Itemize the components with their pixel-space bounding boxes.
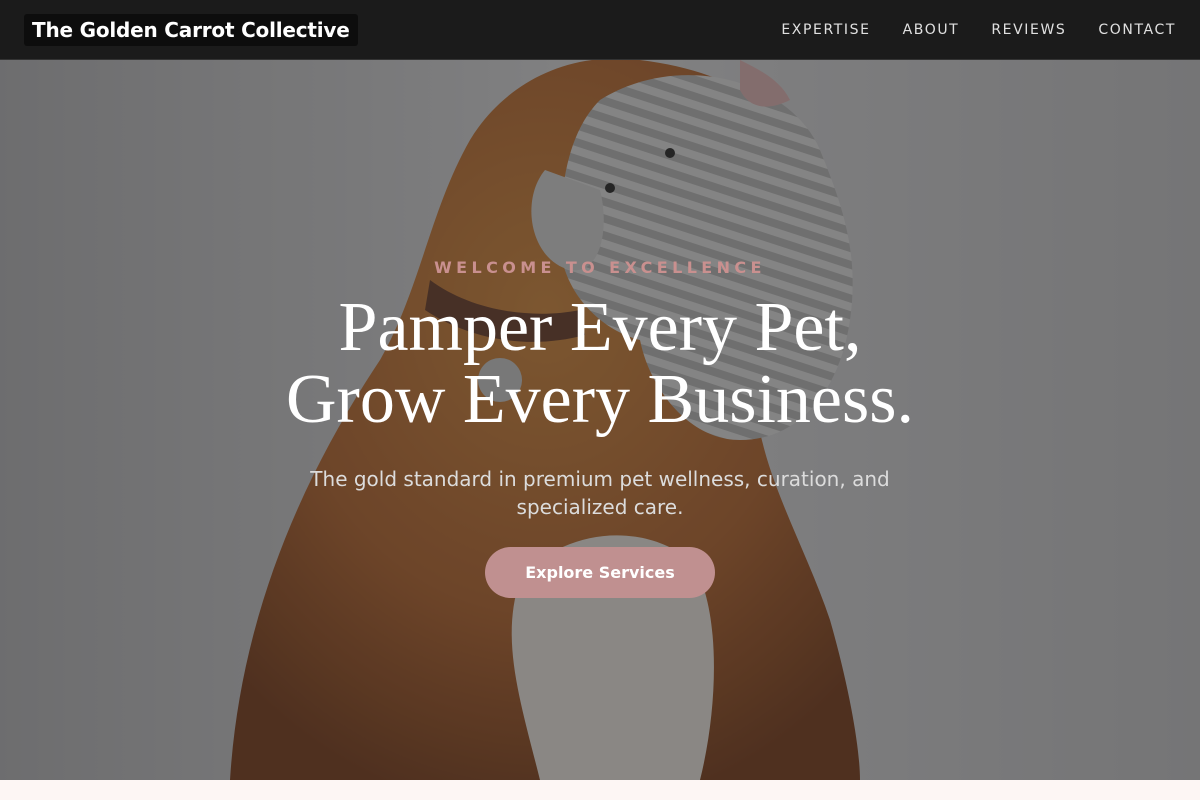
headline-line-1: Pamper Every Pet, <box>338 289 862 366</box>
hero-subheading: The gold standard in premium pet wellnes… <box>310 467 890 519</box>
explore-services-button[interactable]: Explore Services <box>485 547 715 598</box>
hero-headline: Pamper Every Pet, Grow Every Business. <box>0 292 1200 436</box>
next-section-edge <box>0 780 1200 800</box>
nav-links: EXPERTISE ABOUT REVIEWS CONTACT <box>781 22 1176 38</box>
nav-link-contact[interactable]: CONTACT <box>1098 22 1176 38</box>
nav-link-reviews[interactable]: REVIEWS <box>991 22 1066 38</box>
hero-eyebrow: WELCOME TO EXCELLENCE <box>434 258 766 277</box>
hero-content: WELCOME TO EXCELLENCE Pamper Every Pet, … <box>0 60 1200 780</box>
brand-logo[interactable]: The Golden Carrot Collective <box>24 13 358 46</box>
nav-link-about[interactable]: ABOUT <box>903 22 960 38</box>
top-navbar: The Golden Carrot Collective EXPERTISE A… <box>0 0 1200 60</box>
hero-section: WELCOME TO EXCELLENCE Pamper Every Pet, … <box>0 60 1200 780</box>
nav-link-expertise[interactable]: EXPERTISE <box>781 22 870 38</box>
headline-line-2: Grow Every Business. <box>286 361 914 438</box>
